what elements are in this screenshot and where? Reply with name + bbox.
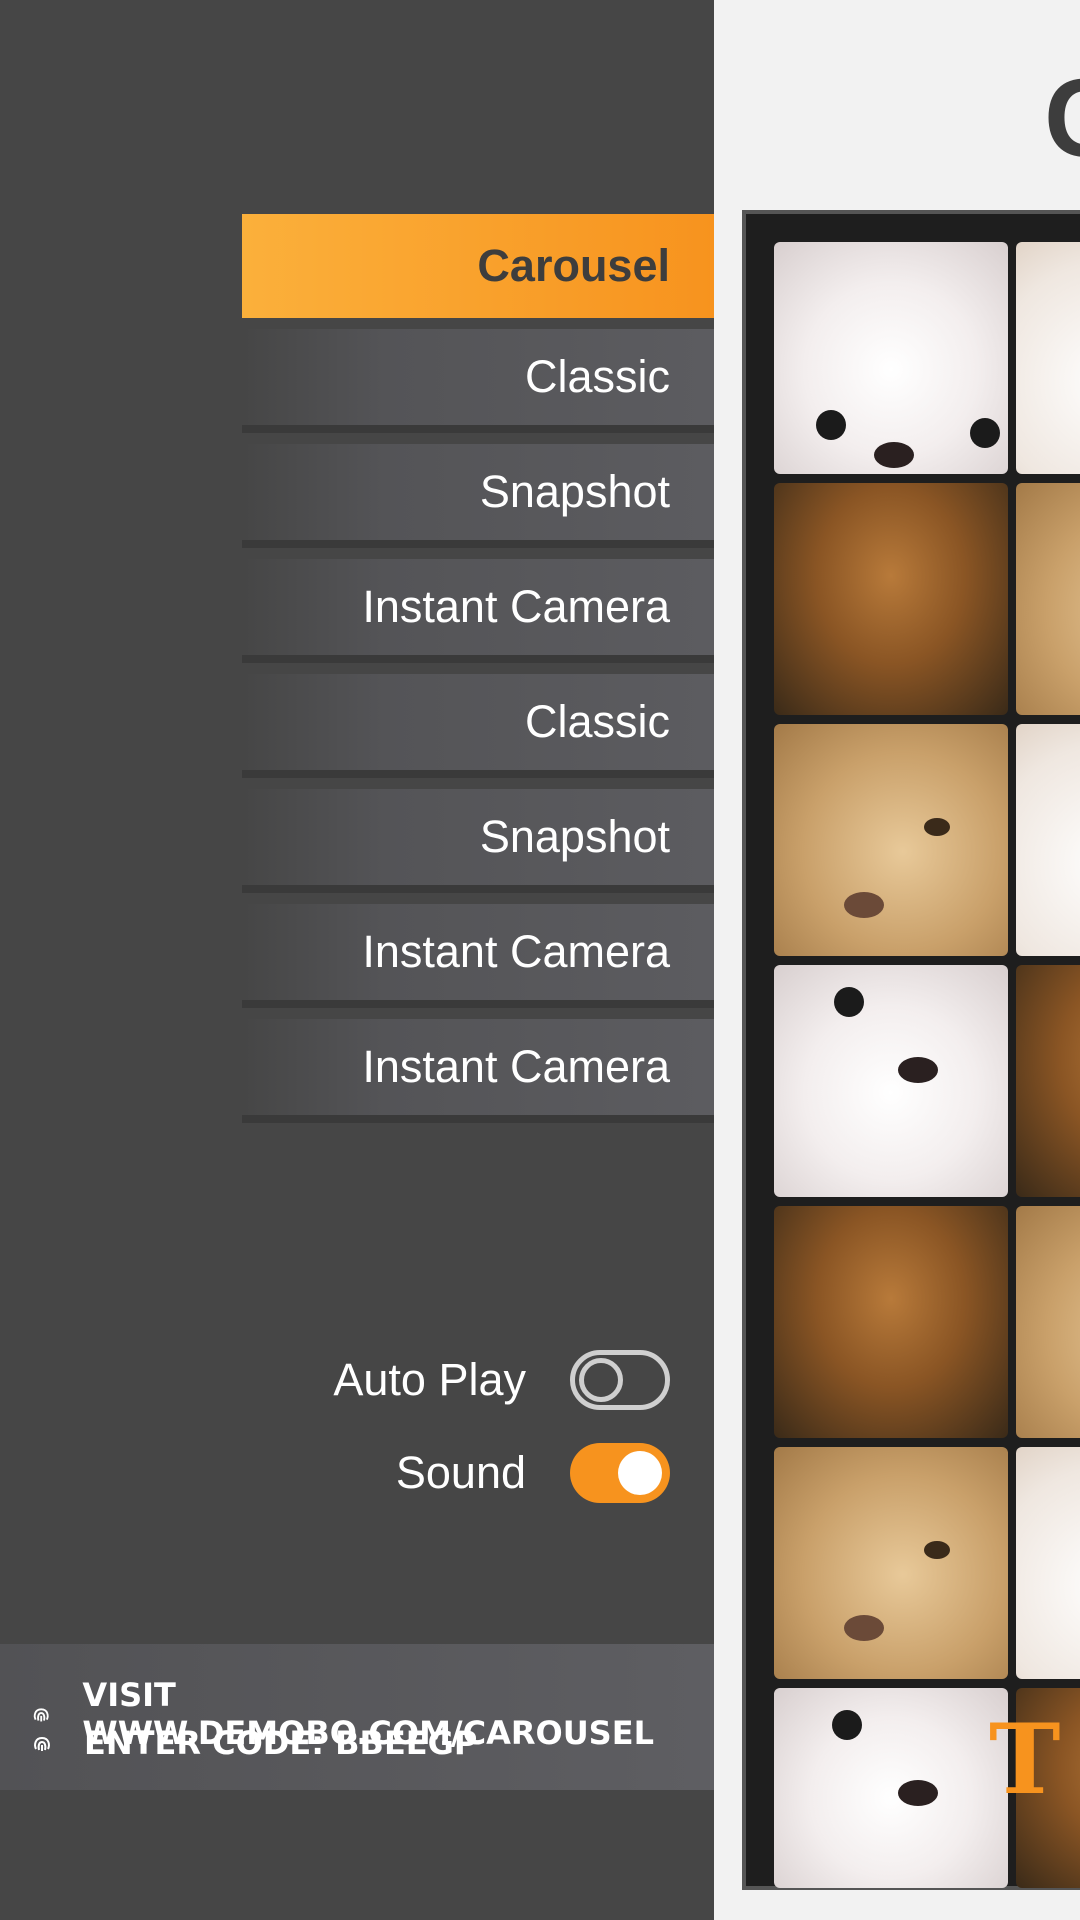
- sidebar: Carousel Classic Snapshot Instant Camera…: [0, 0, 714, 1920]
- puzzle-tile[interactable]: [1016, 242, 1080, 474]
- puppy-nose: [874, 442, 914, 468]
- puzzle-tile[interactable]: [774, 242, 1008, 474]
- puzzle-tile[interactable]: [774, 483, 1008, 715]
- menu-item-instant-camera[interactable]: Instant Camera: [242, 559, 714, 663]
- brand-logo: T: [989, 1703, 1061, 1816]
- auto-play-setting: Auto Play: [333, 1350, 670, 1410]
- fingerprint-icon: [34, 1736, 50, 1751]
- code-line: ENTER CODE: BBEEGP: [30, 1724, 477, 1762]
- puppy-eye: [970, 418, 1000, 448]
- page-title: C: [1044, 55, 1080, 182]
- puppy-nose: [898, 1057, 938, 1083]
- fingerprint-icon: [33, 1708, 49, 1722]
- game-mode-menu: Carousel Classic Snapshot Instant Camera…: [242, 214, 714, 1134]
- auto-play-label: Auto Play: [333, 1354, 526, 1405]
- menu-item-label: Snapshot: [479, 811, 670, 862]
- puzzle-tile[interactable]: [1016, 1206, 1080, 1438]
- menu-item-instant-camera[interactable]: Instant Camera: [242, 1019, 714, 1123]
- menu-item-label: Snapshot: [479, 466, 670, 517]
- menu-item-instant-camera[interactable]: Instant Camera: [242, 904, 714, 1008]
- puzzle-tile[interactable]: [1016, 1447, 1080, 1679]
- menu-item-label: Instant Camera: [362, 1041, 670, 1092]
- puppy-nose: [898, 1780, 938, 1806]
- menu-item-label: Carousel: [477, 240, 670, 291]
- auto-play-toggle[interactable]: [570, 1350, 670, 1410]
- puppy-eye: [924, 1541, 950, 1559]
- enter-code-text: ENTER CODE: BBEEGP: [84, 1724, 478, 1762]
- puzzle-tile[interactable]: [774, 1447, 1008, 1679]
- puzzle-tile[interactable]: [1016, 483, 1080, 715]
- menu-item-label: Instant Camera: [362, 926, 670, 977]
- puzzle-tile[interactable]: [1016, 724, 1080, 956]
- puppy-eye: [834, 987, 864, 1017]
- puzzle-tile[interactable]: [1016, 965, 1080, 1197]
- puzzle-board: T: [742, 210, 1080, 1890]
- puzzle-tile[interactable]: [774, 1688, 1008, 1888]
- puppy-eye: [816, 410, 846, 440]
- menu-item-snapshot[interactable]: Snapshot: [242, 789, 714, 893]
- puzzle-tile[interactable]: [774, 1206, 1008, 1438]
- game-area: C T: [714, 0, 1080, 1920]
- menu-item-snapshot[interactable]: Snapshot: [242, 444, 714, 548]
- puppy-nose: [844, 892, 884, 918]
- puppy-eye: [924, 818, 950, 836]
- toggle-knob: [579, 1358, 623, 1402]
- puppy-nose: [844, 1615, 884, 1641]
- sound-setting: Sound: [396, 1443, 670, 1503]
- puzzle-tile[interactable]: [774, 724, 1008, 956]
- puzzle-tile[interactable]: [774, 965, 1008, 1197]
- menu-item-carousel[interactable]: Carousel: [242, 214, 714, 318]
- toggle-knob: [618, 1451, 662, 1495]
- menu-item-label: Classic: [524, 351, 670, 402]
- menu-item-label: Instant Camera: [362, 581, 670, 632]
- sound-label: Sound: [395, 1447, 526, 1498]
- menu-item-label: Classic: [524, 696, 670, 747]
- menu-item-classic[interactable]: Classic: [242, 674, 714, 778]
- puppy-eye: [832, 1710, 862, 1740]
- sound-toggle[interactable]: [570, 1443, 670, 1503]
- connect-instructions: VISIT WWW.DEMOBO.COM/CAROUSEL ENTER CODE…: [0, 1644, 714, 1790]
- menu-item-classic[interactable]: Classic: [242, 329, 714, 433]
